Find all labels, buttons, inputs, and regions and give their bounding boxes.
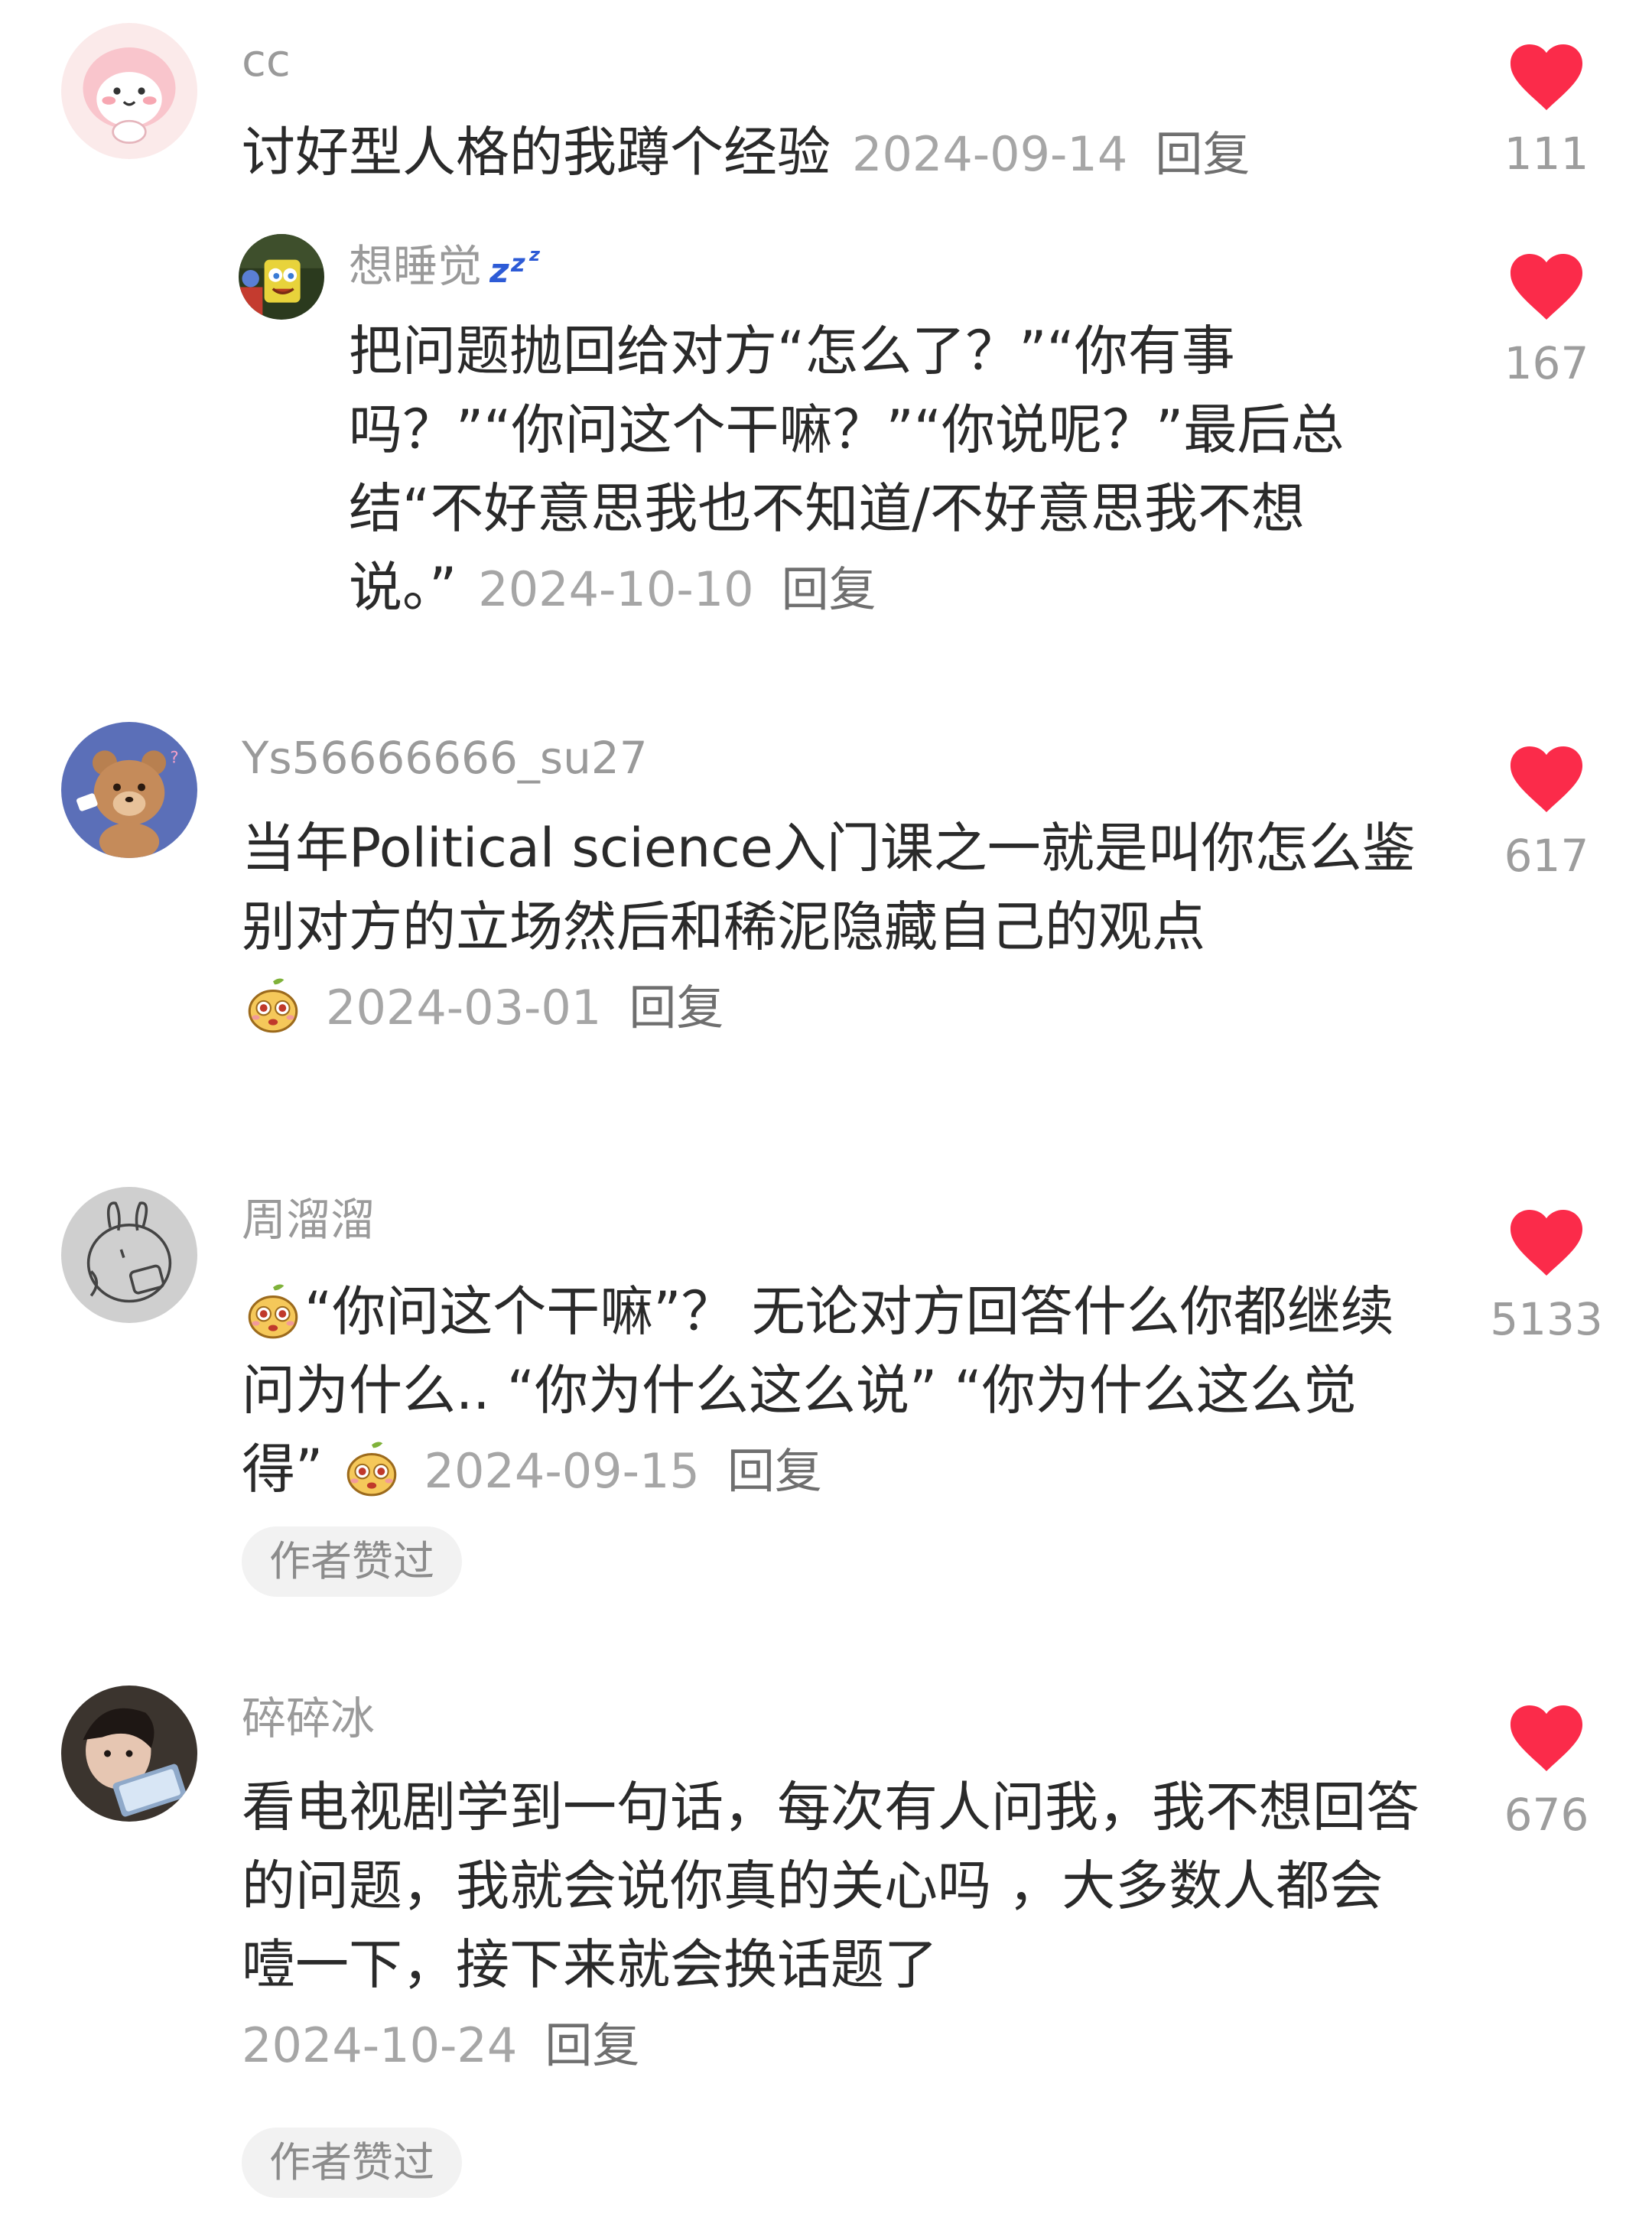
heart-icon xyxy=(1510,746,1583,812)
comment-text: 当年Political science入门课之一就是叫你怎么鉴别对方的立场然后和… xyxy=(242,817,1416,958)
comment-text-block: 当年Political science入门课之一就是叫你怎么鉴别对方的立场然后和… xyxy=(242,809,1435,1047)
like-count: 111 xyxy=(1504,128,1589,180)
pear-face-emoji-icon xyxy=(242,1279,304,1342)
pear-face-emoji-icon xyxy=(242,974,304,1036)
comment-date: 2024-09-15 xyxy=(424,1443,700,1499)
avatar[interactable] xyxy=(61,23,197,159)
like-button[interactable]: 167 xyxy=(1470,252,1623,388)
bear-cartoon-avatar-icon: ? xyxy=(61,722,197,858)
svg-text:z: z xyxy=(489,252,509,286)
like-button[interactable]: 111 xyxy=(1470,43,1623,179)
avatar[interactable] xyxy=(61,1187,197,1323)
comment-text-block: 把问题抛回给对方“怎么了？”“你有事吗？”“你问这个干嘛？”“你说呢？”最后总结… xyxy=(349,312,1435,629)
username-text: 想睡觉 xyxy=(349,240,483,292)
pink-cartoon-avatar-icon xyxy=(61,23,197,159)
comment-text: 看电视剧学到一句话，每次有人问我，我不想回答的问题，我就会说你真的关心吗 ，大多… xyxy=(242,1776,1419,1996)
username[interactable]: 想睡觉 z z z xyxy=(349,239,551,293)
reply-button[interactable]: 回复 xyxy=(782,561,876,617)
avatar[interactable]: ? xyxy=(61,722,197,858)
svg-text:z: z xyxy=(510,249,525,278)
author-liked-badge: 作者赞过 xyxy=(242,1526,462,1597)
like-button[interactable]: 676 xyxy=(1470,1704,1623,1840)
like-count: 676 xyxy=(1504,1789,1589,1841)
heart-icon xyxy=(1510,1210,1583,1276)
spongebob-avatar-icon xyxy=(239,234,324,320)
username[interactable]: 周溜溜 xyxy=(242,1193,375,1247)
reply-button[interactable]: 回复 xyxy=(727,1443,822,1499)
svg-text:?: ? xyxy=(170,748,178,767)
heart-icon xyxy=(1510,44,1583,110)
heart-icon xyxy=(1510,1705,1583,1771)
comment-date: 2024-09-14 xyxy=(852,126,1128,182)
username[interactable]: 碎碎冰 xyxy=(242,1692,375,1745)
username[interactable]: Ys56666666_su27 xyxy=(242,731,648,785)
avatar[interactable] xyxy=(239,234,324,320)
username[interactable]: cc xyxy=(242,34,291,87)
comment-date: 2024-03-01 xyxy=(326,980,602,1035)
reply-button[interactable]: 回复 xyxy=(545,2017,639,2073)
comment-date: 2024-10-24 xyxy=(242,2017,518,2073)
girl-photo-avatar-icon xyxy=(61,1686,197,1822)
like-count: 5133 xyxy=(1490,1293,1603,1345)
comment-text: 讨好型人格的我蹲个经验 xyxy=(242,121,831,184)
like-button[interactable]: 617 xyxy=(1470,745,1623,881)
svg-text:z: z xyxy=(528,244,541,265)
avatar[interactable] xyxy=(61,1686,197,1822)
like-count: 167 xyxy=(1504,337,1589,389)
reply-button[interactable]: 回复 xyxy=(1155,126,1250,182)
pear-face-emoji-icon xyxy=(340,1437,403,1500)
sketch-rabbit-avatar-icon xyxy=(61,1187,197,1323)
like-count: 617 xyxy=(1504,830,1589,882)
comment-text-block: 讨好型人格的我蹲个经验 2024-09-14 回复 xyxy=(242,113,1435,193)
comment-text-block: 看电视剧学到一句话，每次有人问我，我不想回答的问题，我就会说你真的关心吗 ，大多… xyxy=(242,1768,1435,2085)
zzz-icon: z z z xyxy=(489,244,541,286)
reply-button[interactable]: 回复 xyxy=(629,980,724,1035)
heart-icon xyxy=(1510,254,1583,320)
author-liked-badge: 作者赞过 xyxy=(242,2128,462,2198)
like-button[interactable]: 5133 xyxy=(1470,1208,1623,1344)
comment-date: 2024-10-10 xyxy=(478,561,754,617)
comment-text-block: “你问这个干嘛”？ 无论对方回答什么你都继续问为什么.. “你为什么这么说” “… xyxy=(242,1273,1435,1510)
